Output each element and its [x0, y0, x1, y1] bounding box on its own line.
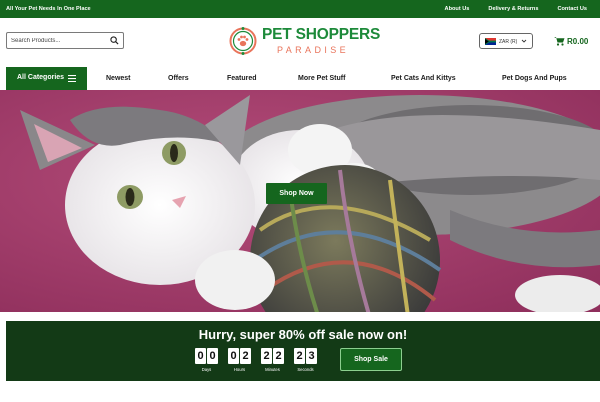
sale-title: Hurry, super 80% off sale now on! [198, 327, 408, 342]
countdown-digit: 3 [306, 348, 317, 364]
currency-selector[interactable]: ZAR (R) [479, 33, 533, 49]
nav-item-pet-dogs[interactable]: Pet Dogs And Pups [502, 75, 567, 82]
top-links: About Us Delivery & Returns Contact Us [445, 6, 587, 12]
flag-icon [485, 38, 496, 45]
countdown-digit: 2 [240, 348, 251, 364]
countdown-digit: 2 [261, 348, 272, 364]
cart-total: R0.00 [567, 37, 589, 46]
countdown-label: Seconds [297, 367, 314, 372]
hero-banner: Shop Now [0, 90, 600, 312]
countdown-days: 0 0 Days [195, 348, 218, 372]
delivery-returns-link[interactable]: Delivery & Returns [488, 6, 538, 12]
countdown-digit: 0 [207, 348, 218, 364]
search-box [6, 32, 124, 49]
currency-value: ZAR (R) [499, 39, 518, 45]
cart-icon [554, 37, 565, 46]
countdown-label: Hours [233, 367, 246, 372]
countdown-label: Minutes [265, 367, 280, 372]
logo-subtitle: PARADISE [277, 45, 350, 55]
countdown-minutes: 2 2 Minutes [261, 348, 284, 372]
search-input[interactable] [11, 36, 107, 45]
nav-item-more-pet-stuff[interactable]: More Pet Stuff [298, 75, 345, 82]
search-icon[interactable] [110, 36, 119, 45]
menu-icon [68, 75, 76, 82]
shop-now-button[interactable]: Shop Now [266, 183, 327, 204]
shop-sale-button[interactable]: Shop Sale [340, 348, 402, 371]
header: PET SHOPPERS PARADISE ZAR (R) R0.00 [0, 18, 600, 67]
nav-item-pet-cats[interactable]: Pet Cats And Kittys [391, 75, 456, 82]
tagline: All Your Pet Needs In One Place [6, 6, 91, 12]
top-bar: All Your Pet Needs In One Place About Us… [0, 0, 600, 18]
site-logo[interactable]: PET SHOPPERS PARADISE [229, 25, 380, 60]
nav-item-newest[interactable]: Newest [106, 75, 131, 82]
cart-button[interactable]: R0.00 [554, 36, 594, 48]
countdown-label: Days [201, 367, 212, 372]
logo-emblem [229, 27, 257, 55]
nav-item-featured[interactable]: Featured [227, 75, 257, 82]
countdown-hours: 0 2 Hours [228, 348, 251, 372]
countdown-seconds: 2 3 Seconds [294, 348, 317, 372]
contact-us-link[interactable]: Contact Us [557, 6, 587, 12]
countdown-digit: 0 [195, 348, 206, 364]
countdown-digit: 2 [273, 348, 284, 364]
countdown-digit: 0 [228, 348, 239, 364]
logo-title: PET SHOPPERS [262, 26, 381, 43]
main-nav: All Categories Newest Offers Featured Mo… [0, 67, 600, 90]
all-categories-button[interactable]: All Categories [6, 67, 87, 90]
nav-item-offers[interactable]: Offers [168, 75, 189, 82]
chevron-down-icon [521, 39, 527, 43]
all-categories-label: All Categories [17, 74, 65, 81]
sale-banner: Hurry, super 80% off sale now on! 0 0 Da… [6, 321, 600, 381]
countdown-digit: 2 [294, 348, 305, 364]
about-us-link[interactable]: About Us [445, 6, 470, 12]
